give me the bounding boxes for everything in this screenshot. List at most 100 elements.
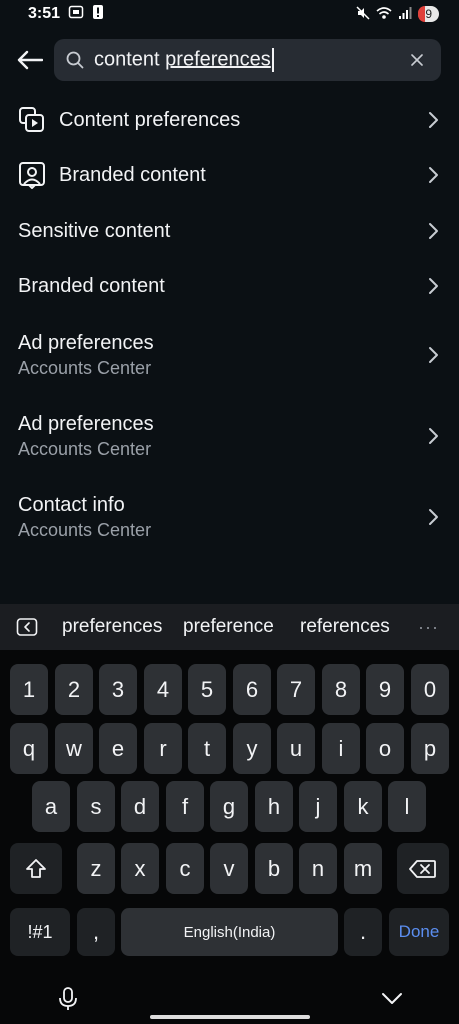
key-w[interactable]: w bbox=[55, 723, 93, 774]
key-h[interactable]: h bbox=[255, 781, 293, 832]
chevron-left-box-icon bbox=[16, 618, 38, 636]
wifi-icon bbox=[376, 6, 392, 23]
chevron-down-icon bbox=[382, 993, 402, 1004]
key-7[interactable]: 7 bbox=[277, 664, 315, 715]
status-right: 9 bbox=[356, 5, 439, 23]
branded-content-icon bbox=[18, 161, 46, 190]
key-6[interactable]: 6 bbox=[233, 664, 271, 715]
suggestion-item[interactable]: preferences bbox=[62, 616, 162, 638]
key-j[interactable]: j bbox=[299, 781, 337, 832]
key-a[interactable]: a bbox=[32, 781, 70, 832]
signal-icon bbox=[398, 6, 412, 23]
backspace-icon bbox=[409, 859, 436, 878]
done-key[interactable]: Done bbox=[389, 908, 449, 956]
status-left: 3:51 bbox=[28, 4, 104, 25]
result-branded-content-2[interactable]: Branded content bbox=[0, 259, 459, 315]
status-bar: 3:51 9 bbox=[0, 0, 459, 28]
key-k[interactable]: k bbox=[344, 781, 382, 832]
shift-key[interactable] bbox=[10, 843, 62, 894]
result-branded-content-1[interactable]: Branded content bbox=[0, 148, 459, 204]
result-content-preferences[interactable]: Content preferences bbox=[0, 92, 459, 148]
search-input[interactable]: content preferences bbox=[54, 39, 441, 81]
hide-keyboard-button[interactable] bbox=[380, 990, 404, 1008]
key-t[interactable]: t bbox=[188, 723, 226, 774]
key-n[interactable]: n bbox=[299, 843, 337, 894]
result-sensitive-content[interactable]: Sensitive content bbox=[0, 203, 459, 259]
chevron-right-icon bbox=[429, 111, 438, 128]
search-icon bbox=[66, 50, 86, 70]
search-value[interactable]: content preferences bbox=[94, 48, 405, 72]
key-i[interactable]: i bbox=[322, 723, 360, 774]
result-title: Ad preferences bbox=[18, 331, 154, 354]
chevron-right-icon bbox=[429, 278, 438, 295]
period-key[interactable]: . bbox=[344, 908, 382, 956]
search-value-plain: content bbox=[94, 48, 166, 71]
search-value-composing: preferences bbox=[165, 48, 271, 71]
key-v[interactable]: v bbox=[210, 843, 248, 894]
result-title: Content preferences bbox=[59, 108, 241, 131]
key-l[interactable]: l bbox=[388, 781, 426, 832]
keyboard-toolbar-toggle[interactable] bbox=[16, 617, 40, 637]
chevron-right-icon bbox=[429, 167, 438, 184]
battery-indicator: 9 bbox=[418, 6, 439, 22]
clear-search-button[interactable] bbox=[405, 48, 429, 72]
result-title: Branded content bbox=[18, 275, 165, 298]
content-preferences-icon bbox=[18, 106, 46, 134]
result-title: Sensitive content bbox=[18, 219, 171, 242]
key-d[interactable]: d bbox=[121, 781, 159, 832]
key-4[interactable]: 4 bbox=[144, 664, 182, 715]
key-y[interactable]: y bbox=[233, 723, 271, 774]
microphone-button[interactable] bbox=[56, 986, 80, 1012]
more-suggestions-button[interactable]: ··· bbox=[418, 617, 439, 638]
suggestion-item[interactable]: references bbox=[300, 616, 390, 638]
key-8[interactable]: 8 bbox=[322, 664, 360, 715]
suggestion-item[interactable]: preference bbox=[183, 616, 274, 638]
chevron-right-icon bbox=[429, 508, 438, 525]
key-q[interactable]: q bbox=[10, 723, 48, 774]
key-3[interactable]: 3 bbox=[99, 664, 137, 715]
close-icon bbox=[411, 54, 423, 66]
shift-icon bbox=[26, 858, 46, 878]
key-9[interactable]: 9 bbox=[366, 664, 404, 715]
key-m[interactable]: m bbox=[344, 843, 382, 894]
search-header: content preferences bbox=[0, 38, 459, 82]
chevron-right-icon bbox=[429, 427, 438, 444]
back-button[interactable] bbox=[4, 38, 56, 82]
status-time: 3:51 bbox=[28, 5, 61, 22]
result-title: Branded content bbox=[59, 164, 206, 187]
key-2[interactable]: 2 bbox=[55, 664, 93, 715]
screenshot-icon bbox=[68, 4, 84, 25]
backspace-key[interactable] bbox=[397, 843, 449, 894]
result-title: Ad preferences bbox=[18, 412, 154, 435]
chevron-right-icon bbox=[429, 222, 438, 239]
symbols-key[interactable]: !#1 bbox=[10, 908, 70, 956]
back-arrow-icon bbox=[17, 50, 43, 70]
comma-key[interactable]: , bbox=[77, 908, 115, 956]
result-subtitle: Accounts Center bbox=[18, 438, 152, 459]
key-r[interactable]: r bbox=[144, 723, 182, 774]
key-c[interactable]: c bbox=[166, 843, 204, 894]
result-ad-preferences-1[interactable]: Ad preferences Accounts Center bbox=[0, 314, 459, 395]
result-subtitle: Accounts Center bbox=[18, 519, 152, 540]
space-key[interactable]: English(India) bbox=[121, 908, 338, 956]
key-f[interactable]: f bbox=[166, 781, 204, 832]
key-u[interactable]: u bbox=[277, 723, 315, 774]
text-caret bbox=[271, 48, 274, 72]
key-g[interactable]: g bbox=[210, 781, 248, 832]
result-ad-preferences-2[interactable]: Ad preferences Accounts Center bbox=[0, 395, 459, 476]
key-e[interactable]: e bbox=[99, 723, 137, 774]
on-screen-keyboard: 1 2 3 4 5 6 7 8 9 0 q w e r t y u i o p … bbox=[0, 650, 459, 1024]
key-x[interactable]: x bbox=[121, 843, 159, 894]
chevron-right-icon bbox=[429, 346, 438, 363]
key-p[interactable]: p bbox=[411, 723, 449, 774]
key-5[interactable]: 5 bbox=[188, 664, 226, 715]
key-z[interactable]: z bbox=[77, 843, 115, 894]
key-o[interactable]: o bbox=[366, 723, 404, 774]
key-0[interactable]: 0 bbox=[411, 664, 449, 715]
home-indicator[interactable] bbox=[150, 1015, 310, 1019]
key-b[interactable]: b bbox=[255, 843, 293, 894]
key-1[interactable]: 1 bbox=[10, 664, 48, 715]
result-contact-info[interactable]: Contact info Accounts Center bbox=[0, 476, 459, 557]
key-s[interactable]: s bbox=[77, 781, 115, 832]
microphone-icon bbox=[59, 987, 77, 1010]
